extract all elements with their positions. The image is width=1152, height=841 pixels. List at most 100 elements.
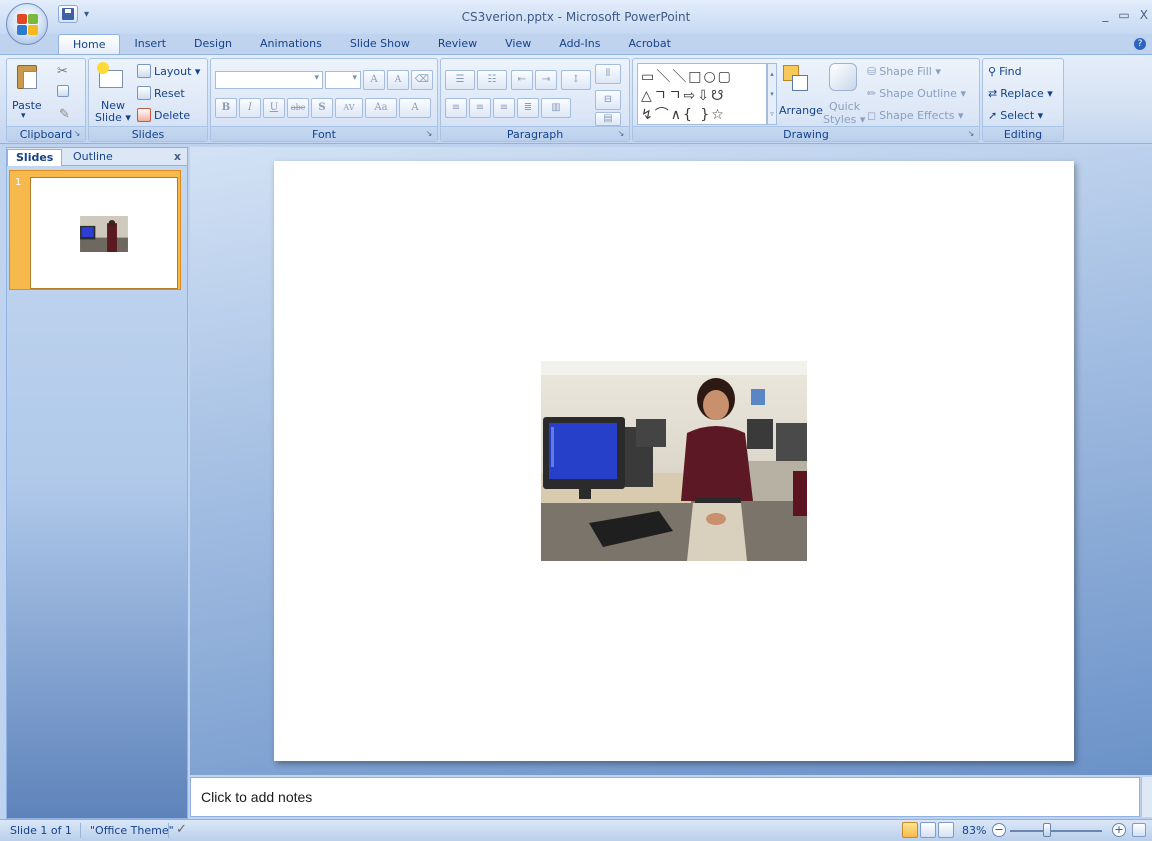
- shape-outline-button[interactable]: ✏ Shape Outline ▾: [867, 87, 966, 100]
- slide-canvas[interactable]: [274, 161, 1074, 761]
- change-case-button[interactable]: Aa: [365, 98, 397, 118]
- help-icon[interactable]: ?: [1134, 38, 1146, 50]
- zoom-level[interactable]: 83%: [962, 824, 986, 837]
- slide-thumbnail-1[interactable]: 1: [9, 170, 181, 290]
- tab-slides[interactable]: Slides: [7, 149, 63, 166]
- reset-button[interactable]: Reset: [137, 86, 185, 100]
- notes-scrollbar[interactable]: [1141, 777, 1152, 817]
- increase-indent-button[interactable]: ⇥: [535, 70, 557, 90]
- grow-font-button[interactable]: A: [363, 70, 385, 90]
- tab-home[interactable]: Home: [58, 34, 121, 54]
- new-slide-button[interactable]: Slide ▾: [95, 111, 131, 124]
- zoom-slider[interactable]: [1010, 830, 1102, 832]
- drawing-launcher-icon[interactable]: ↘: [966, 129, 976, 139]
- slide-number: 1: [15, 177, 22, 188]
- line-spacing-button[interactable]: ↕: [561, 70, 591, 90]
- fit-to-window-button[interactable]: [1132, 823, 1146, 837]
- tab-animations[interactable]: Animations: [246, 34, 336, 54]
- text-shadow-button[interactable]: S: [311, 98, 333, 118]
- paste-button[interactable]: Paste: [12, 99, 42, 112]
- normal-view-button[interactable]: [902, 822, 918, 838]
- quick-styles-button[interactable]: Styles ▾: [823, 113, 865, 126]
- shrink-font-button[interactable]: A: [387, 70, 409, 90]
- decrease-indent-button[interactable]: ⇤: [511, 70, 533, 90]
- shape-effects-button[interactable]: ◻ Shape Effects ▾: [867, 109, 964, 122]
- slides-group-label: Slides: [89, 126, 207, 141]
- qat-customize-button[interactable]: ▾: [84, 9, 89, 20]
- spell-check-icon[interactable]: ✓: [176, 822, 187, 837]
- paste-dropdown[interactable]: ▾: [21, 111, 26, 121]
- tab-outline[interactable]: Outline: [65, 149, 121, 166]
- close-button[interactable]: X: [1140, 8, 1148, 22]
- delete-icon: [137, 108, 151, 122]
- find-label: Find: [999, 65, 1022, 78]
- tab-review[interactable]: Review: [424, 34, 491, 54]
- shape-fill-button[interactable]: ⛁ Shape Fill ▾: [867, 65, 941, 78]
- justify-button[interactable]: ≣: [517, 98, 539, 118]
- shapes-gallery[interactable]: ▭＼＼□○▢ △ㄱㄱ⇨⇩☋ ↯⌒∧{ }☆: [637, 63, 767, 125]
- minimize-button[interactable]: _: [1102, 8, 1108, 22]
- italic-button[interactable]: I: [239, 98, 261, 118]
- paste-label: Paste: [12, 99, 42, 112]
- shapes-row-2: △ㄱㄱ⇨⇩☋: [641, 88, 726, 104]
- character-spacing-button[interactable]: AV: [335, 98, 363, 118]
- format-painter-icon[interactable]: ✎: [59, 107, 70, 122]
- tab-acrobat[interactable]: Acrobat: [614, 34, 684, 54]
- thumbnail-photo: [80, 216, 128, 252]
- save-button[interactable]: [58, 5, 78, 23]
- notes-pane[interactable]: Click to add notes: [190, 777, 1140, 817]
- bullets-button[interactable]: ☰: [445, 70, 475, 90]
- clear-formatting-button[interactable]: ⌫: [411, 70, 433, 90]
- delete-button[interactable]: Delete: [137, 108, 190, 122]
- font-size-combo[interactable]: [325, 71, 361, 89]
- cut-icon[interactable]: ✂: [57, 64, 68, 79]
- slide-photo[interactable]: [541, 361, 807, 561]
- copy-icon[interactable]: [57, 85, 69, 97]
- pane-close-button[interactable]: x: [174, 150, 181, 163]
- office-button[interactable]: [6, 3, 48, 45]
- zoom-out-button[interactable]: −: [992, 823, 1006, 837]
- tab-design[interactable]: Design: [180, 34, 246, 54]
- zoom-in-button[interactable]: +: [1112, 823, 1126, 837]
- zoom-slider-thumb[interactable]: [1043, 823, 1052, 837]
- replace-button[interactable]: ⇄ Replace ▾: [988, 87, 1053, 100]
- numbering-button[interactable]: ☷: [477, 70, 507, 90]
- align-right-button[interactable]: ≡: [493, 98, 515, 118]
- tab-add-ins[interactable]: Add-Ins: [545, 34, 614, 54]
- select-button[interactable]: ➚ Select ▾: [988, 109, 1043, 122]
- shapes-row-3: ↯⌒∧{ }☆: [641, 107, 726, 123]
- shapes-gallery-scroll[interactable]: ▴ ▾ ▿: [767, 63, 777, 125]
- restore-button[interactable]: ▭: [1118, 8, 1129, 22]
- notes-placeholder[interactable]: Click to add notes: [201, 789, 312, 805]
- quick-styles-label-1[interactable]: Quick: [829, 100, 860, 113]
- replace-icon: ⇄: [988, 87, 998, 100]
- shape-fill-label: Shape Fill ▾: [879, 65, 941, 78]
- slide-thumbnail-canvas: [30, 177, 178, 289]
- tab-insert[interactable]: Insert: [120, 34, 180, 54]
- text-direction-button[interactable]: ⫴: [595, 64, 621, 84]
- clipboard-launcher-icon[interactable]: ↘: [72, 129, 82, 139]
- slide-sorter-view-button[interactable]: [920, 822, 936, 838]
- slide-show-view-button[interactable]: [938, 822, 954, 838]
- layout-button[interactable]: Layout ▾: [137, 64, 200, 78]
- font-color-button[interactable]: A: [399, 98, 431, 118]
- window-controls: _ ▭ X: [1102, 8, 1148, 22]
- editing-group-label: Editing: [983, 126, 1063, 141]
- tab-slide-show[interactable]: Slide Show: [336, 34, 424, 54]
- reset-icon: [137, 86, 151, 100]
- bold-button[interactable]: B: [215, 98, 237, 118]
- underline-button[interactable]: U: [263, 98, 285, 118]
- align-text-button[interactable]: ⊟: [595, 90, 621, 110]
- smartart-button[interactable]: ▤: [595, 112, 621, 126]
- columns-button[interactable]: ▥: [541, 98, 571, 118]
- align-left-button[interactable]: ≡: [445, 98, 467, 118]
- arrange-button[interactable]: Arrange: [779, 104, 823, 117]
- paragraph-launcher-icon[interactable]: ↘: [616, 129, 626, 139]
- align-center-button[interactable]: ≡: [469, 98, 491, 118]
- find-button[interactable]: ⚲ Find: [988, 65, 1022, 78]
- tab-view[interactable]: View: [491, 34, 545, 54]
- font-launcher-icon[interactable]: ↘: [424, 129, 434, 139]
- shapes-row-1: ▭＼＼□○▢: [641, 69, 733, 85]
- strikethrough-button[interactable]: abc: [287, 98, 309, 118]
- font-name-combo[interactable]: [215, 71, 323, 89]
